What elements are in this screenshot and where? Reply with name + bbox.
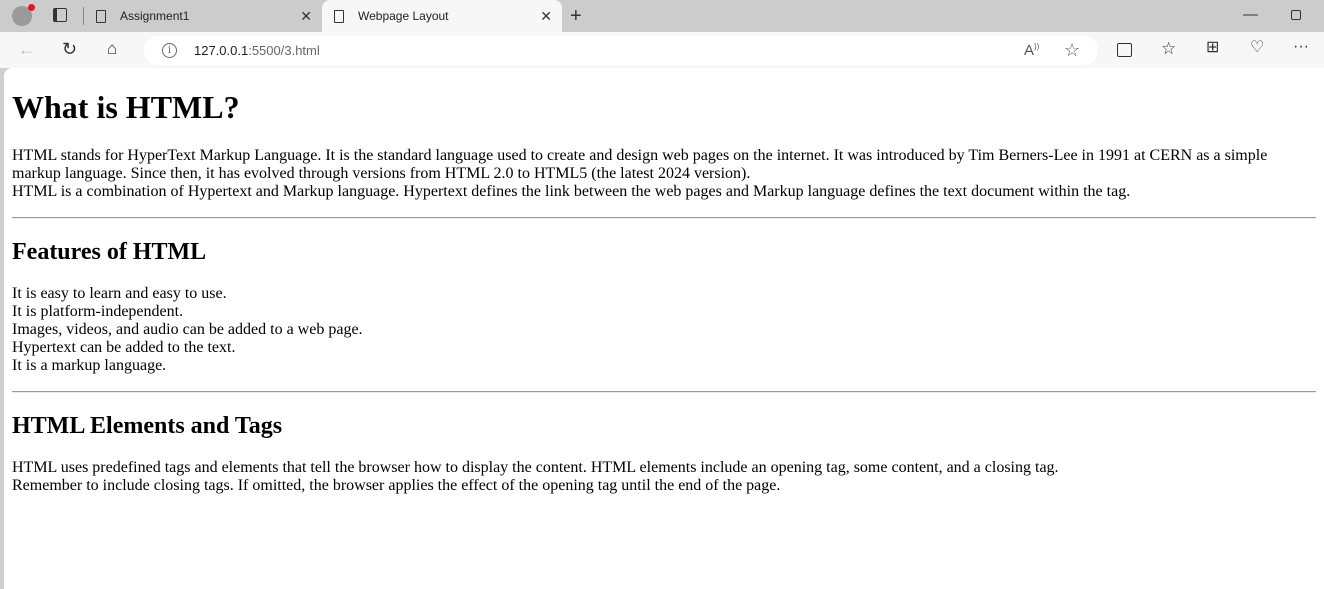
- profile-icon[interactable]: [12, 4, 35, 26]
- elements-heading: HTML Elements and Tags: [12, 413, 283, 439]
- favorite-star-icon[interactable]: ☆: [1064, 41, 1080, 59]
- tab-separator: [83, 7, 84, 25]
- minimize-icon[interactable]: —: [1243, 7, 1258, 22]
- feature-line: It is easy to learn and easy to use.: [12, 285, 227, 302]
- page-icon: [334, 9, 344, 23]
- feature-line: Images, videos, and audio can be added t…: [12, 321, 363, 338]
- url-text[interactable]: 127.0.0.1:5500/3.html: [194, 43, 320, 58]
- new-tab-icon[interactable]: +: [570, 6, 582, 26]
- features-heading: Features of HTML: [12, 239, 207, 265]
- split-screen-icon[interactable]: [1117, 43, 1132, 57]
- close-icon[interactable]: ✕: [540, 8, 552, 25]
- home-icon[interactable]: ⌂: [107, 40, 117, 57]
- feature-line: Hypertext can be added to the text.: [12, 339, 236, 356]
- more-icon[interactable]: ···: [1293, 39, 1309, 55]
- tab-webpage-layout[interactable]: Webpage Layout ✕: [322, 0, 562, 32]
- intro-paragraph: HTML stands for HyperText Markup Languag…: [12, 147, 1268, 182]
- restore-icon[interactable]: [1291, 10, 1301, 20]
- elements-paragraph: HTML uses predefined tags and elements t…: [12, 459, 1059, 476]
- toolbar: ← ↻ ⌂ i 127.0.0.1:5500/3.html A)) ☆ ☆ ⊞ …: [0, 32, 1324, 68]
- collections-icon[interactable]: ⊞: [1206, 40, 1219, 56]
- feature-line: It is platform-independent.: [12, 303, 184, 320]
- feature-line: It is a markup language.: [12, 357, 167, 374]
- address-bar[interactable]: i 127.0.0.1:5500/3.html A)) ☆: [144, 36, 1098, 65]
- browser-essentials-icon[interactable]: ♡: [1250, 40, 1264, 56]
- elements-paragraph: Remember to include closing tags. If omi…: [12, 477, 781, 494]
- intro-paragraph: HTML is a combination of Hypertext and M…: [12, 183, 1131, 200]
- info-icon[interactable]: i: [162, 43, 177, 58]
- page-icon: [96, 9, 106, 23]
- tab-assignment1[interactable]: Assignment1 ✕: [96, 0, 322, 32]
- close-icon[interactable]: ✕: [300, 8, 312, 25]
- page-title: What is HTML?: [12, 89, 240, 125]
- tab-actions-icon[interactable]: [53, 8, 67, 22]
- divider: [12, 217, 1316, 219]
- tab-bar: Assignment1 ✕ Webpage Layout ✕ + —: [0, 0, 1324, 32]
- back-icon[interactable]: ←: [18, 41, 35, 58]
- favorites-icon[interactable]: ☆: [1161, 40, 1176, 57]
- tab-title: Webpage Layout: [358, 9, 449, 23]
- divider: [12, 391, 1316, 393]
- tab-title: Assignment1: [120, 9, 190, 23]
- page-content: What is HTML? HTML stands for HyperText …: [4, 68, 1324, 589]
- read-aloud-icon[interactable]: A)): [1024, 43, 1039, 59]
- refresh-icon[interactable]: ↻: [62, 40, 77, 58]
